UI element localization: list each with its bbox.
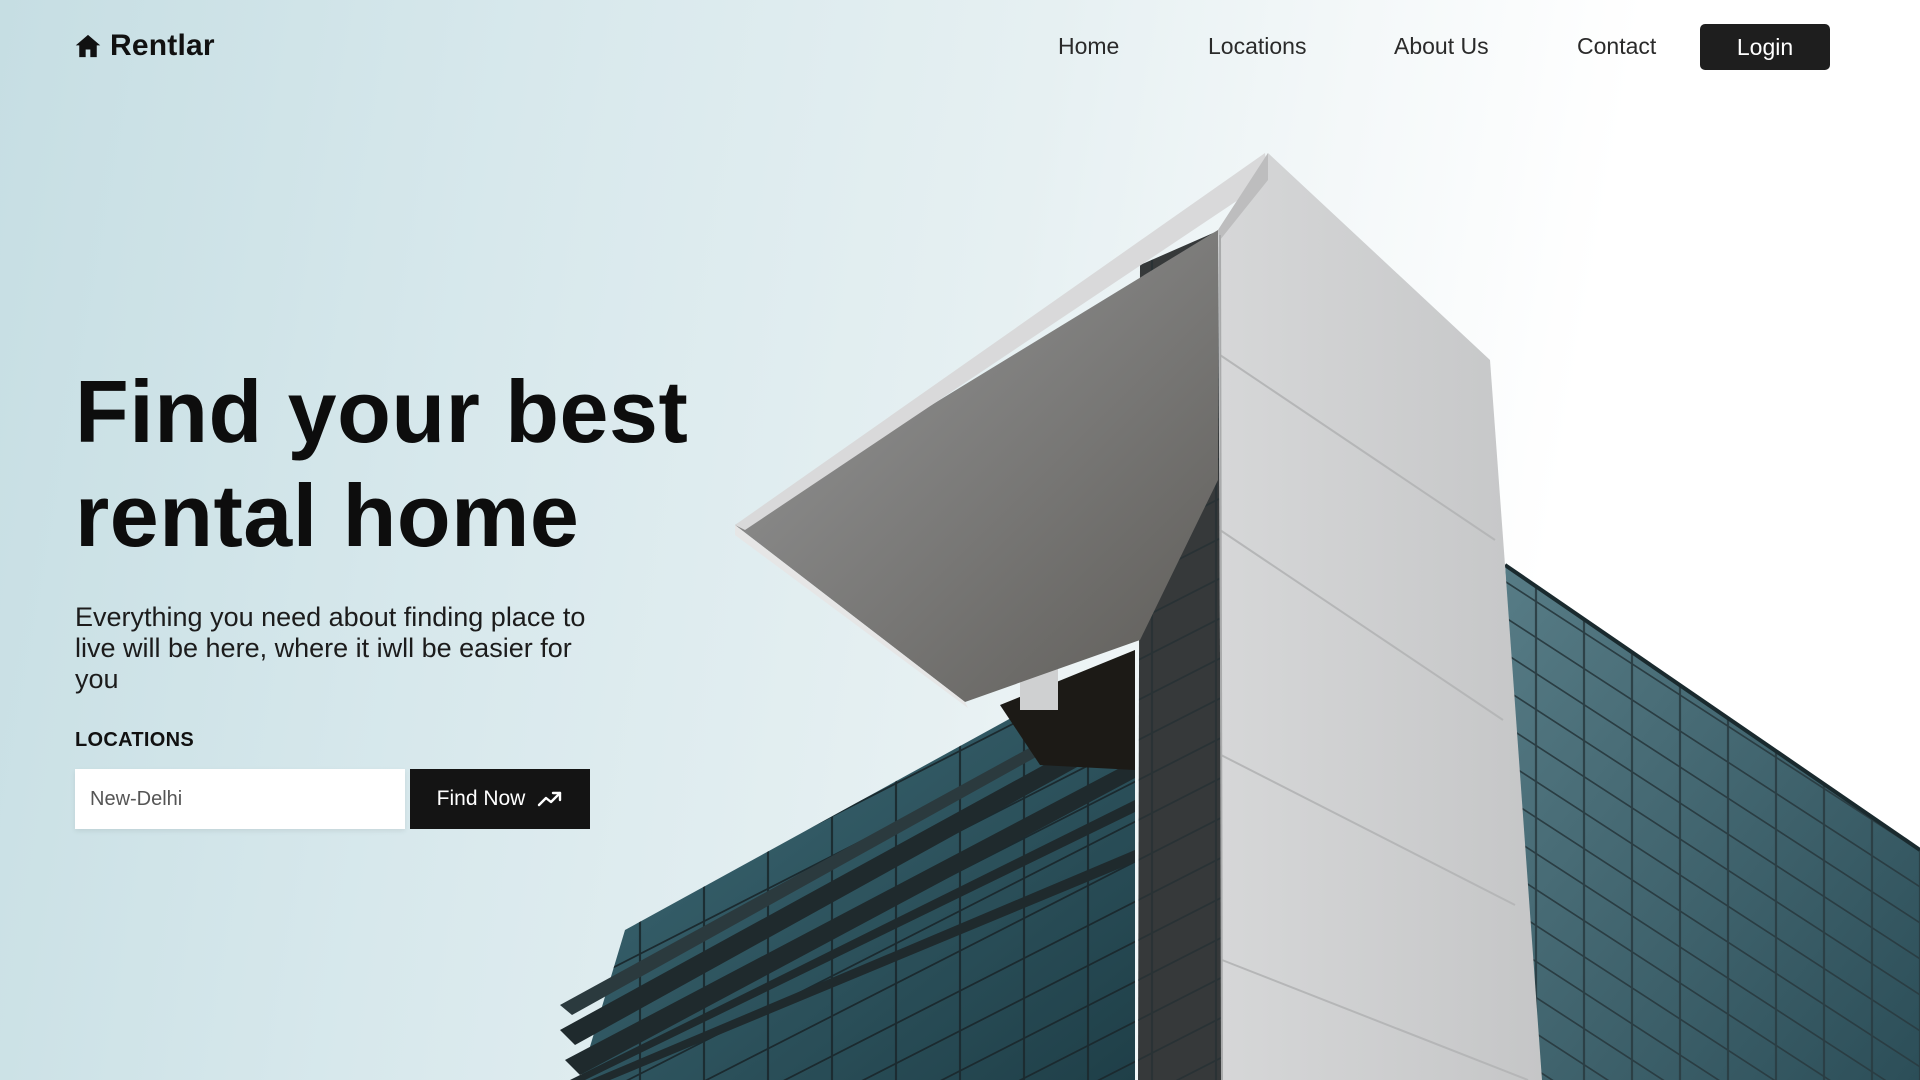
hero-title: Find your best rental home [75, 362, 689, 565]
brand-name: Rentlar [110, 29, 215, 62]
location-search-form: Find Now [75, 769, 735, 829]
home-icon [75, 34, 101, 58]
find-now-button[interactable]: Find Now [410, 769, 590, 829]
trending-up-icon [538, 791, 562, 807]
nav-link-home[interactable]: Home [1058, 33, 1119, 60]
location-input[interactable] [75, 769, 405, 829]
brand-logo[interactable]: Rentlar [74, 29, 215, 63]
nav-link-locations[interactable]: Locations [1208, 33, 1306, 60]
nav-link-about-us[interactable]: About Us [1394, 33, 1489, 60]
find-now-label: Find Now [436, 787, 526, 810]
locations-label: LOCATIONS [75, 729, 194, 751]
top-navbar: Rentlar Home Locations About Us Contact … [0, 0, 1920, 95]
hero-section: Find your best rental home Everything yo… [75, 360, 735, 829]
login-button[interactable]: Login [1700, 24, 1830, 70]
hero-subtitle: Everything you need about finding place … [75, 602, 586, 694]
nav-link-contact[interactable]: Contact [1577, 33, 1656, 60]
